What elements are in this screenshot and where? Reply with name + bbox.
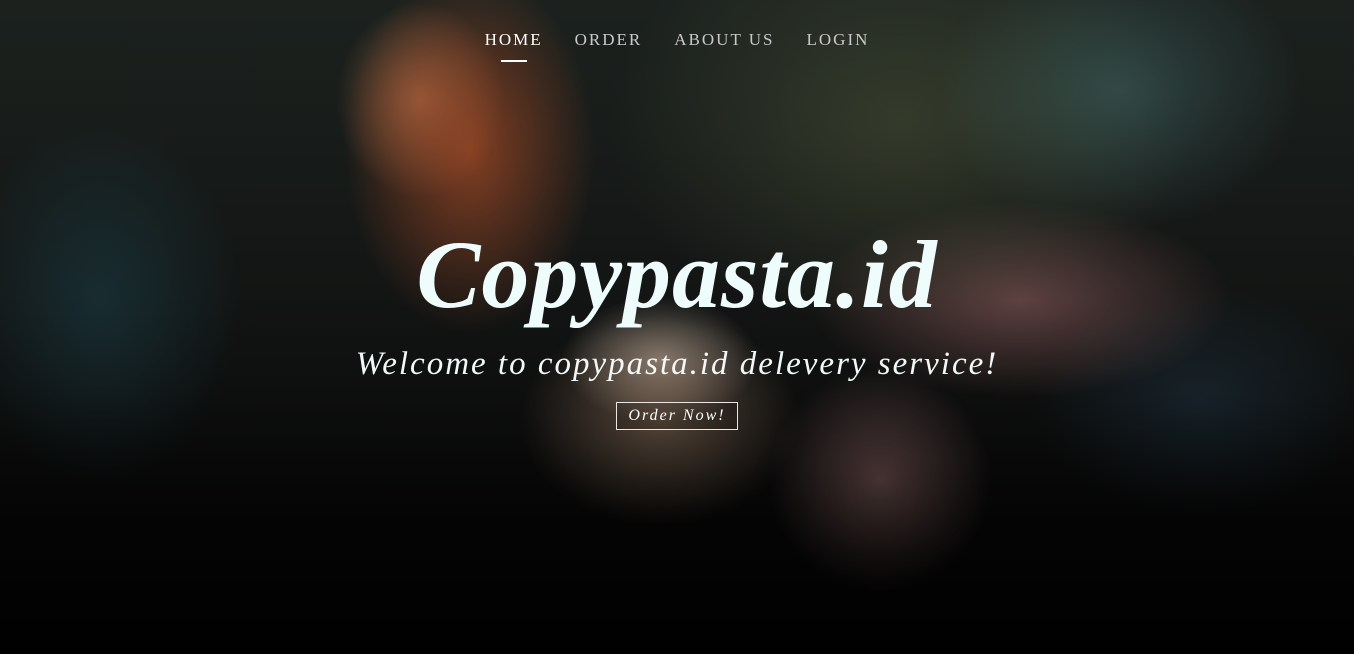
top-navigation: HOME ORDER ABOUT US LOGIN	[0, 28, 1354, 62]
nav-item-order-label: ORDER	[574, 30, 643, 49]
site-title: Copypasta.id	[416, 221, 938, 328]
order-now-button[interactable]: Order Now!	[616, 402, 738, 430]
nav-item-order[interactable]: ORDER	[559, 28, 659, 62]
nav-item-about-us-label: ABOUT US	[674, 30, 775, 49]
nav-item-login-label: LOGIN	[806, 30, 870, 49]
welcome-subtitle: Welcome to copypasta.id delevery service…	[355, 346, 999, 382]
hero-section: HOME ORDER ABOUT US LOGIN Copypasta.id W…	[0, 0, 1354, 654]
nav-item-home-label: HOME	[484, 30, 543, 49]
active-nav-underline	[500, 60, 527, 62]
nav-item-home[interactable]: HOME	[469, 28, 559, 62]
cta-container: Order Now!	[0, 402, 1354, 430]
nav-item-login[interactable]: LOGIN	[791, 28, 886, 62]
nav-item-about-us[interactable]: ABOUT US	[658, 28, 790, 62]
